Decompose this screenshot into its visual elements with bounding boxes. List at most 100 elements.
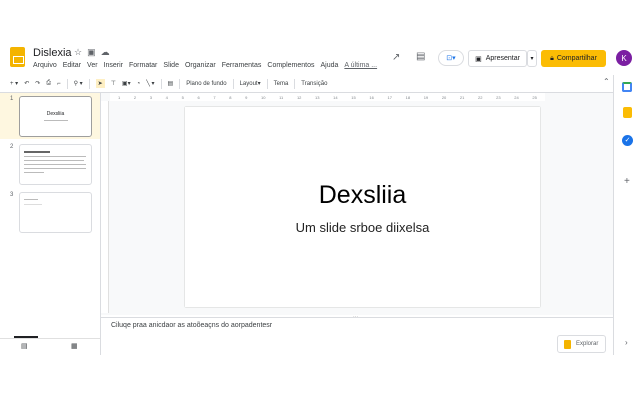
background-button[interactable]: Plano de fundo — [186, 81, 226, 87]
ruler-tick-label: 5 — [181, 94, 184, 100]
slide-subtitle[interactable]: Um slide srboe diixelsa — [185, 220, 540, 235]
image-icon[interactable]: ▣▾ — [122, 80, 131, 87]
paint-format-icon[interactable]: ⌐ — [57, 81, 61, 87]
notes-resize-handle[interactable]: ··· — [353, 314, 358, 320]
menu-ajuda[interactable]: Ajuda — [320, 62, 338, 69]
slide-number: 3 — [10, 192, 14, 198]
divider — [179, 78, 181, 89]
get-addons-icon[interactable]: + — [624, 176, 630, 187]
undo-icon[interactable]: ↶ — [24, 80, 29, 87]
menu-complementos[interactable]: Complementos — [267, 62, 314, 69]
slide-thumbnail-3[interactable] — [19, 192, 92, 233]
select-icon[interactable]: ➤ — [95, 79, 105, 88]
star-icon[interactable]: ☆ — [74, 47, 87, 57]
textbox-icon[interactable]: ⊤ — [111, 80, 116, 87]
menu-editar[interactable]: Editar — [63, 62, 81, 69]
layout-button[interactable]: Layout▾ — [240, 80, 261, 87]
comment-icon[interactable]: ▤ — [168, 80, 174, 87]
transition-button[interactable]: Transição — [301, 81, 327, 87]
ruler-tick-label: 11 — [279, 94, 284, 100]
ruler-tick-label: 4 — [165, 94, 168, 100]
menu-ver[interactable]: Ver — [87, 62, 98, 69]
cloud-icon[interactable]: ☁ — [101, 47, 115, 57]
divider — [0, 338, 100, 339]
calendar-icon[interactable] — [622, 82, 632, 92]
ruler-tick-label: 18 — [405, 94, 411, 100]
add-icon[interactable]: + ▾ — [10, 80, 18, 87]
menu-arquivo[interactable]: Arquivo — [33, 62, 57, 69]
share-button[interactable]: 🔒︎ Compartilhar — [541, 50, 606, 67]
ruler-tick-label: 3 — [149, 94, 153, 100]
menu-slide[interactable]: Slide — [163, 62, 179, 69]
horizontal-ruler[interactable]: 1 2 3 4 5 6 7 8 9 10 11 12 13 14 15 16 17 18 19 20 21 22 23 24 2… — [110, 93, 545, 101]
slide-thumbnail-1[interactable]: Dexsliia — [19, 96, 92, 137]
avatar[interactable]: K — [616, 50, 632, 66]
divider — [88, 78, 90, 89]
menu-bar: Arquivo Editar Ver Inserir Formatar Slid… — [33, 62, 377, 69]
menu-inserir[interactable]: Inserir — [104, 62, 123, 69]
folder-icon[interactable]: ▣ — [87, 47, 101, 57]
thumb-text — [24, 151, 50, 153]
ruler-tick-label: 16 — [369, 94, 374, 100]
slide-number: 1 — [10, 96, 14, 102]
zoom-icon[interactable]: ⚲ ▾ — [74, 80, 83, 87]
slides-logo[interactable] — [10, 47, 25, 67]
ruler-tick-label: 21 — [459, 94, 465, 100]
thumb-title: Dexsliia — [46, 111, 65, 117]
menu-organizar[interactable]: Organizar — [185, 62, 216, 69]
ruler-tick-label: 9 — [245, 94, 248, 100]
redo-icon[interactable]: ↷ — [35, 80, 40, 87]
divider — [66, 78, 68, 89]
doc-title[interactable]: Dislexia — [33, 47, 72, 59]
ruler-tick-label: 22 — [478, 94, 483, 100]
keep-icon[interactable] — [623, 107, 632, 118]
active-view-indicator — [14, 336, 38, 338]
thumb-text — [24, 199, 38, 200]
menu-formatar[interactable]: Formatar — [129, 62, 157, 69]
ruler-tick-label: 17 — [387, 94, 392, 100]
title-icons: ☆▣☁ — [74, 47, 115, 58]
slide-title[interactable]: Dexsliia — [185, 181, 540, 210]
thumb-text — [24, 204, 42, 205]
new-slide-present-button[interactable]: ⊡▾ — [438, 50, 464, 66]
ruler-tick-label: 12 — [296, 94, 302, 100]
ruler-tick-label: 23 — [496, 94, 501, 100]
expand-panel-icon[interactable]: › — [625, 338, 628, 347]
collapse-icon[interactable]: ⌃ — [603, 77, 610, 86]
ruler-tick-label: 1 — [118, 94, 121, 100]
slide-thumbnail-2[interactable] — [19, 144, 92, 185]
thumb-subtitle — [44, 120, 68, 121]
explore-icon — [564, 339, 571, 349]
toolbar: + ▾ ↶ ↷ ⎙ ⌐ ⚲ ▾ ➤ ⊤ ▣▾ ◔ ╲ ▾ ▤ Plano de … — [10, 77, 327, 90]
explore-button[interactable]: Explorar — [557, 335, 606, 353]
filmstrip-view-icon[interactable]: ▤ — [21, 342, 28, 350]
grid-view-icon[interactable]: ▦ — [71, 342, 78, 350]
thumb-text — [24, 156, 86, 157]
divider — [294, 78, 296, 89]
ruler-tick-label: 20 — [441, 94, 447, 100]
ruler-tick-label: 2 — [133, 94, 137, 100]
last-edit-link[interactable]: A última ... — [344, 62, 377, 69]
activity-icon[interactable]: ↗ — [392, 52, 400, 63]
theme-button[interactable]: Tema — [274, 81, 289, 87]
thumb-text — [24, 164, 86, 165]
present-button[interactable]: ▣ Apresentar — [468, 50, 527, 67]
vertical-ruler[interactable] — [101, 101, 109, 313]
ruler-tick-label: 13 — [315, 94, 320, 100]
lock-icon: 🔒︎ — [550, 54, 554, 62]
comments-icon[interactable]: ▤ — [416, 51, 425, 62]
ruler-tick-label: 10 — [261, 94, 266, 100]
notes-placeholder[interactable]: Ciluqe praa anicdaor as atoõeaçns do aor… — [111, 322, 272, 329]
ruler-tick-label: 14 — [333, 94, 338, 100]
present-dropdown[interactable]: ▾ — [527, 50, 537, 67]
print-icon[interactable]: ⎙ — [46, 80, 51, 87]
ruler-tick-label: 8 — [229, 94, 232, 100]
thumb-text — [24, 168, 86, 169]
slide-canvas[interactable]: Dexsliia Um slide srboe diixelsa — [185, 107, 540, 307]
tasks-icon[interactable]: ✓ — [622, 135, 633, 146]
ruler-tick-label: 19 — [423, 94, 429, 100]
menu-ferramentas[interactable]: Ferramentas — [222, 62, 262, 69]
line-icon[interactable]: ╲ ▾ — [146, 80, 154, 87]
slide-number: 2 — [10, 144, 14, 150]
shape-icon[interactable]: ◔ — [137, 81, 141, 87]
